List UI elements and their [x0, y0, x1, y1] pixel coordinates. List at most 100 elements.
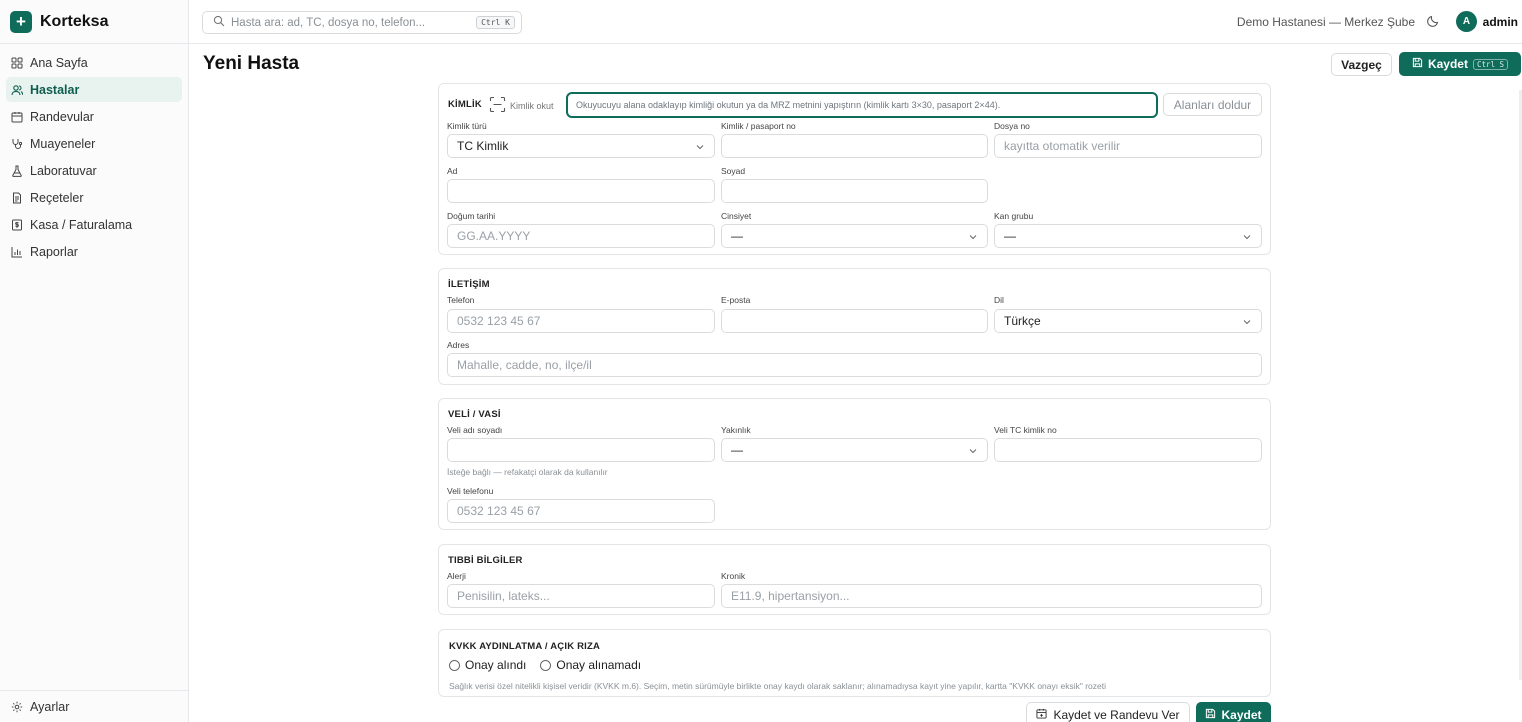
dil-label: Dil [994, 295, 1004, 305]
veli-telefon-label: Veli telefonu [447, 486, 494, 496]
dil-value: Türkçe [1004, 314, 1041, 328]
calendar-icon [11, 111, 23, 123]
sidebar-item-ayarlar[interactable]: Ayarlar [0, 690, 188, 722]
cinsiyet-select[interactable]: — [721, 224, 988, 248]
cinsiyet-label: Cinsiyet [721, 211, 752, 221]
sidebar-item-hastalar[interactable]: Hastalar [6, 77, 182, 102]
kronik-label: Kronik [721, 571, 746, 581]
sidebar-item-raporlar[interactable]: Raporlar [6, 239, 182, 264]
sidebar-item-label: Ana Sayfa [30, 55, 88, 70]
sidebar-item-label: Reçeteler [30, 190, 84, 205]
save-and-appointment-button[interactable]: Kaydet ve Randevu Ver [1026, 702, 1190, 722]
soyad-label: Soyad [721, 166, 746, 176]
veli-ad-label: Veli adı soyadı [447, 425, 503, 435]
kimlik-no-field[interactable] [721, 134, 988, 158]
moon-icon[interactable] [1426, 14, 1440, 28]
iletisim-section-title: İLETİŞİM [448, 279, 490, 290]
sidebar-item-receteler[interactable]: Reçeteler [6, 185, 182, 210]
yakinlik-label: Yakınlık [721, 425, 751, 435]
footer-save-button[interactable]: Kaydet [1196, 702, 1271, 722]
sidebar-item-kasa-faturalama[interactable]: Kasa / Faturalama [6, 212, 182, 237]
dogum-field[interactable]: GG.AA.YYYY [447, 224, 715, 248]
avatar[interactable]: A [1456, 11, 1477, 32]
gear-icon [11, 701, 23, 713]
tibbi-card: TIBBİ BİLGİLER Alerji Penisilin, lateks.… [438, 544, 1271, 615]
telefon-field[interactable]: 0532 123 45 67 [447, 309, 715, 333]
dil-select[interactable]: Türkçe [994, 309, 1262, 333]
search-box[interactable]: Ctrl K [202, 11, 522, 34]
chevron-down-icon [696, 145, 704, 150]
yakinlik-select[interactable]: — [721, 438, 988, 462]
kvkk-no-radio[interactable] [540, 659, 552, 671]
search-shortcut: Ctrl K [476, 16, 515, 29]
sidebar-item-label: Hastalar [30, 82, 80, 97]
sidebar-item-randevular[interactable]: Randevular [6, 104, 182, 129]
cancel-button[interactable]: Vazgeç [1331, 53, 1392, 76]
alerji-field[interactable]: Penisilin, lateks... [447, 584, 715, 608]
save-and-appointment-label: Kaydet ve Randevu Ver [1053, 708, 1180, 722]
ad-field[interactable] [447, 179, 715, 203]
sidebar-nav: Ana Sayfa Hastalar Randevular Muayeneler… [0, 44, 188, 264]
yakinlik-value: — [731, 443, 743, 457]
scan-id-button[interactable]: Kimlik okut [489, 96, 554, 115]
sidebar-item-ana-sayfa[interactable]: Ana Sayfa [6, 50, 182, 75]
soyad-field[interactable] [721, 179, 988, 203]
footer-save-label: Kaydet [1221, 708, 1262, 722]
kvkk-yes-radio[interactable] [449, 659, 460, 671]
chevron-down-icon [1243, 235, 1251, 240]
search-icon [213, 15, 225, 30]
calendar-plus-icon [1036, 708, 1047, 722]
grid-icon [11, 57, 23, 69]
page-title: Yeni Hasta [203, 53, 300, 74]
sidebar-item-label: Kasa / Faturalama [30, 217, 133, 232]
sidebar-item-muayeneler[interactable]: Muayeneler [6, 131, 182, 156]
sidebar: + Korteksa Ana Sayfa Hastalar Randevular… [0, 0, 189, 722]
topbar: Ctrl K Demo Hastanesi — Merkez Şube A ad… [189, 0, 1522, 44]
branch-name[interactable]: Demo Hastanesi — Merkez Şube [1237, 15, 1415, 29]
mrz-input[interactable]: Okuyucuyu alana odaklayıp kimliği okutun… [566, 92, 1158, 118]
dosya-no-label: Dosya no [994, 121, 1030, 131]
save-button[interactable]: Kaydet Ctrl S [1399, 52, 1521, 76]
dogum-label: Doğum tarihi [447, 211, 496, 221]
save-shortcut: Ctrl S [1472, 58, 1509, 70]
alerji-placeholder: Penisilin, lateks... [457, 589, 550, 603]
veli-tc-field[interactable] [994, 438, 1262, 462]
kimlik-turu-select[interactable]: TC Kimlik [447, 134, 715, 158]
kvkk-no-label[interactable]: Onay alınamadı [556, 658, 641, 672]
veli-ad-field[interactable] [447, 438, 715, 462]
brand-name: Korteksa [40, 12, 109, 30]
bar-chart-icon [11, 246, 23, 258]
dogum-placeholder: GG.AA.YYYY [457, 229, 531, 243]
telefon-placeholder: 0532 123 45 67 [457, 314, 541, 328]
tibbi-section-title: TIBBİ BİLGİLER [448, 555, 523, 566]
stethoscope-icon [11, 138, 23, 150]
kvkk-section-title: KVKK AYDINLATMA / AÇIK RIZA [449, 641, 601, 652]
cinsiyet-value: — [731, 229, 743, 243]
kan-select[interactable]: — [994, 224, 1262, 248]
kronik-field[interactable]: E11.9, hipertansiyon... [721, 584, 1262, 608]
adres-label: Adres [447, 340, 470, 350]
fill-fields-button[interactable]: Alanları doldur [1163, 93, 1262, 116]
veli-ad-hint: İsteğe bağlı — refakatçi olarak da kulla… [447, 467, 608, 477]
kan-value: — [1004, 229, 1016, 243]
username[interactable]: admin [1483, 15, 1518, 29]
eposta-field[interactable] [721, 309, 988, 333]
kvkk-radio-group: Onay alındı Onay alınamadı [449, 658, 641, 672]
receipt-icon [11, 219, 23, 231]
telefon-label: Telefon [447, 295, 475, 305]
brand[interactable]: + Korteksa [0, 0, 188, 44]
scan-icon [489, 96, 506, 115]
veli-telefon-field[interactable]: 0532 123 45 67 [447, 499, 715, 523]
search-input[interactable] [231, 16, 466, 29]
kimlik-turu-label: Kimlik türü [447, 121, 487, 131]
kimlik-turu-value: TC Kimlik [457, 139, 509, 153]
adres-field[interactable]: Mahalle, cadde, no, ilçe/il [447, 353, 1262, 377]
prescription-icon [11, 192, 23, 204]
adres-placeholder: Mahalle, cadde, no, ilçe/il [457, 358, 592, 372]
sidebar-item-laboratuvar[interactable]: Laboratuvar [6, 158, 182, 183]
alerji-label: Alerji [447, 571, 466, 581]
sidebar-item-label: Muayeneler [30, 136, 96, 151]
dosya-no-field[interactable]: kayıtta otomatik verilir [994, 134, 1262, 158]
kvkk-yes-label[interactable]: Onay alındı [465, 658, 526, 672]
veli-card: VELİ / VASİ Veli adı soyadı İsteğe bağlı… [438, 398, 1271, 530]
